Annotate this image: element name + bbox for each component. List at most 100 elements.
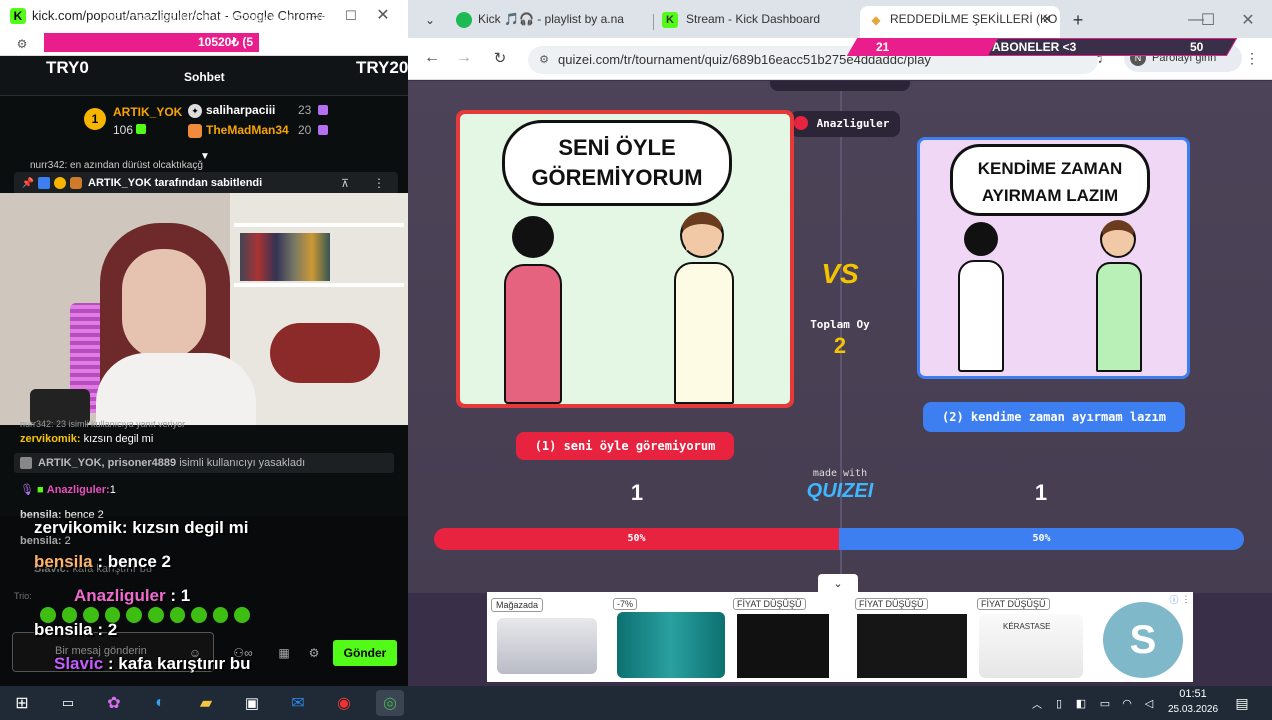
advertiser-logo-icon: S	[1103, 602, 1183, 678]
close-tab-icon[interactable]: ✕	[1038, 10, 1056, 28]
option-1-votes: 1	[630, 480, 644, 505]
quizei-favicon: ◆	[871, 13, 881, 27]
gift-icon	[136, 124, 146, 134]
woman-dress	[504, 264, 562, 404]
copilot-icon[interactable]: ✿	[100, 690, 128, 716]
subscriber-goal-overlay: 21 ABONELER <3 50	[842, 38, 1240, 56]
pinned-message-bar: 📌 ARTIK_YOK tarafından sabitlendi ⊼ ⋮	[14, 172, 398, 194]
total-votes-label: Toplam Oy	[810, 318, 870, 331]
left-stat: TRY0	[46, 58, 89, 77]
reload-icon[interactable]: ↻	[490, 48, 510, 68]
host-badge: Anazliguler	[790, 111, 900, 137]
product-image	[737, 614, 829, 678]
outlook-icon[interactable]: ✉	[284, 690, 312, 716]
battery-icon[interactable]: ▭	[1098, 694, 1112, 712]
leader-name[interactable]: ARTIK_YOK	[113, 105, 182, 119]
comic-panel-2: KENDİME ZAMAN AYIRMAM LAZIM	[920, 140, 1187, 376]
settings-icon[interactable]: ⚙	[306, 644, 322, 662]
man-body	[1096, 262, 1142, 372]
option-2-button[interactable]: (2) kendime zaman ayırmam lazım	[923, 402, 1185, 432]
product-image	[617, 612, 725, 678]
man-body	[674, 262, 734, 404]
option-1-button[interactable]: (1) seni öyle göremiyorum	[516, 432, 734, 460]
man-head	[680, 212, 724, 258]
kick-logo-icon: K	[662, 12, 678, 28]
badge-icon	[70, 177, 82, 189]
tab-kick-dashboard[interactable]: K Stream - Kick Dashboard	[656, 6, 856, 38]
obs-icon[interactable]: ◉	[330, 690, 358, 716]
chat-message: zervikomik: kızsın degil mi	[20, 433, 154, 445]
price-drop-tag: FİYAT DÜŞÜŞÜ	[733, 598, 806, 610]
chat-header-title: Sohbet	[184, 70, 225, 84]
more-icon[interactable]: ⋮	[372, 176, 386, 190]
wifi-icon[interactable]: ◠	[1120, 694, 1134, 712]
badge-icon	[188, 124, 202, 138]
option-card-1[interactable]: SENİ ÖYLE GÖREMİYORUM	[456, 110, 794, 408]
site-settings-icon[interactable]: ⚙	[14, 36, 30, 52]
ad-info-icon[interactable]: ⓘ	[1169, 594, 1179, 605]
overlay-message: Slavic : kafa karıştırır bu	[54, 654, 251, 673]
unpin-icon[interactable]: ⊼	[338, 176, 352, 190]
sub-current: 21	[876, 40, 890, 54]
kick-chat-window: K kick.com/popout/anazliguler/chat - Goo…	[0, 0, 620, 686]
quizei-logo: QUIZEI	[806, 480, 874, 502]
gift-icon[interactable]: ▦	[276, 644, 292, 662]
tab-quiz[interactable]: ◆ REDDEDİLME ŞEKİLLERİ (KO ✕	[860, 6, 1060, 38]
speech-bubble: KENDİME ZAMAN AYIRMAM LAZIM	[950, 144, 1150, 216]
pinned-by: ARTIK_YOK tarafından sabitlendi	[88, 177, 263, 189]
volume-icon[interactable]: ◁	[1142, 694, 1156, 712]
plush-toys	[270, 323, 380, 383]
pin-icon: 📌	[21, 177, 35, 189]
notification-icon[interactable]: ▤	[1232, 692, 1252, 714]
leader-count: 106	[113, 123, 134, 137]
new-tab-icon[interactable]: +	[1068, 10, 1088, 30]
menu-icon[interactable]: ⋮	[1244, 48, 1260, 68]
leader-name[interactable]: TheMadMan34	[206, 123, 289, 137]
tab-spotify[interactable]: Kick 🎵🎧 - playlist by a.na	[448, 6, 648, 38]
clock-time[interactable]: 01:51	[1168, 688, 1218, 700]
chevron-down-icon[interactable]: ⌄	[818, 574, 858, 592]
store-icon[interactable]: ▣	[238, 690, 266, 716]
leader-name[interactable]: saliharpaciii	[206, 103, 275, 117]
collapse-icon[interactable]: ▼	[196, 150, 214, 162]
versus-icon: VS	[821, 258, 859, 289]
forward-icon[interactable]: →	[454, 48, 474, 68]
close-window-icon[interactable]: ✕	[1238, 10, 1258, 30]
maximize-icon[interactable]: ☐	[1198, 10, 1218, 30]
task-view-icon[interactable]: ▭	[54, 690, 82, 716]
usb-icon[interactable]: ▯	[1052, 694, 1066, 712]
tab-strip: ⌄ Kick 🎵🎧 - playlist by a.na K Stream - …	[408, 0, 1272, 38]
ad-close-icon[interactable]: ⋮	[1181, 594, 1191, 604]
send-button[interactable]: Gönder	[333, 640, 397, 666]
overlay-message: zervikomik: kızsın degil mi	[34, 518, 249, 537]
leader-count: 23	[298, 103, 312, 117]
ban-icon	[20, 457, 32, 469]
product-image	[497, 618, 597, 674]
vote-bar: 50% 50%	[434, 528, 1244, 550]
brand-text: KÉRASTASE	[1003, 622, 1051, 631]
product-image	[857, 614, 967, 678]
spotify-icon	[456, 12, 472, 28]
comic-panel-1: SENİ ÖYLE GÖREMİYORUM	[460, 114, 790, 404]
chat-message: 🎙 ■ Anazliguler:1	[20, 484, 116, 496]
edge-icon[interactable]: ◐	[146, 690, 174, 716]
tab-search-icon[interactable]: ⌄	[420, 10, 440, 30]
bookshelf	[230, 193, 408, 425]
gift-icon	[318, 125, 328, 135]
streamer-face	[122, 249, 206, 359]
windows-start-icon[interactable]: ⊞	[8, 690, 36, 716]
meet-icon[interactable]: ◧	[1074, 694, 1088, 712]
system-message: ARTIK_YOK, prisoner4889 isimli kullanıcı…	[14, 453, 394, 473]
option-card-2[interactable]: KENDİME ZAMAN AYIRMAM LAZIM	[917, 137, 1190, 379]
file-explorer-icon[interactable]: ▰	[192, 690, 220, 716]
price-drop-tag: FİYAT DÜŞÜŞÜ	[855, 598, 928, 610]
price-drop-tag: FİYAT DÜŞÜŞÜ	[977, 598, 1050, 610]
ad-banner[interactable]: Mağazada -7% FİYAT DÜŞÜŞÜ FİYAT DÜŞÜŞÜ F…	[487, 592, 1193, 682]
site-info-icon[interactable]: ⚙	[536, 52, 552, 68]
clock-date[interactable]: 25.03.2026	[1162, 704, 1224, 715]
goal-caption: DESTEKLERİNİZ İÇİN TEŞEKKÜRLERR <3	[104, 12, 346, 26]
tray-chevron-icon[interactable]: ︿	[1030, 694, 1044, 712]
back-icon[interactable]: ←	[422, 48, 442, 68]
chrome-icon[interactable]: ◎	[376, 690, 404, 716]
badge-icon	[54, 177, 66, 189]
